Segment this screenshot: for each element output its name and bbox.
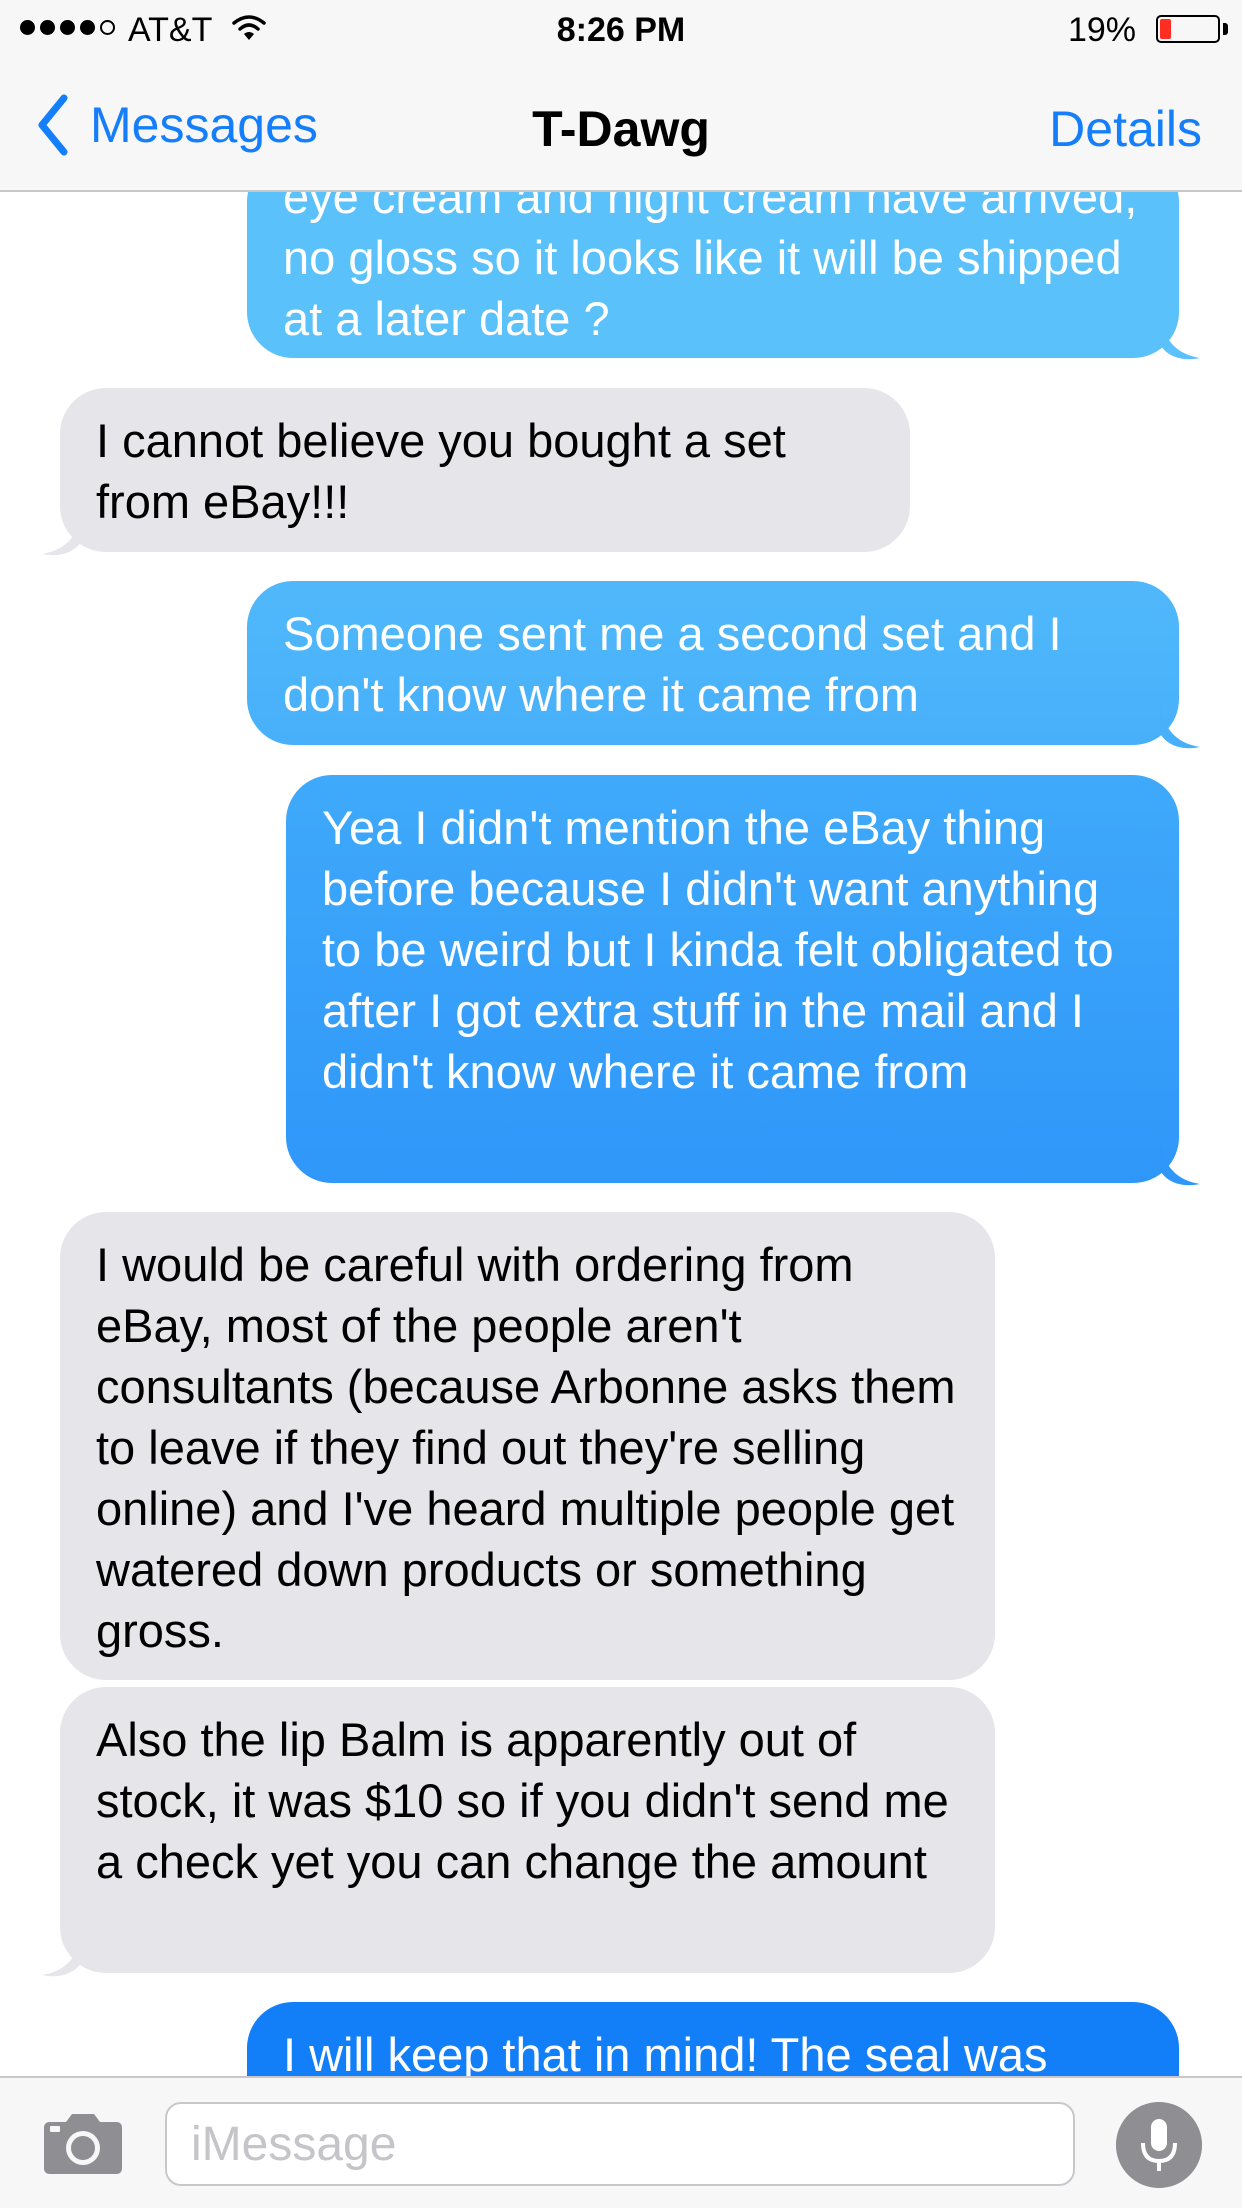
message-bubble-incoming[interactable]: I would be careful with ordering from eB… [60,1212,995,1680]
chevron-left-icon [38,94,68,156]
message-list[interactable]: eye cream and night cream have arrived, … [0,192,1242,2076]
message-input-bar [0,2076,1242,2208]
message-bubble-incoming[interactable]: Also the lip Balm is apparently out of s… [60,1687,995,1973]
message-bubble-outgoing[interactable]: Yea I didn't mention the eBay thing befo… [286,775,1179,1183]
bubble-tail [42,1933,82,1977]
microphone-icon[interactable] [1116,2102,1202,2188]
battery-level [1160,19,1171,39]
battery-tip [1223,23,1228,35]
back-button[interactable]: Messages [32,90,318,160]
message-bubble-outgoing[interactable]: Someone sent me a second set and I don't… [247,581,1179,745]
status-bar: AT&T 8:26 PM 19% [0,0,1242,60]
bubble-tail [42,512,82,556]
camera-icon[interactable] [40,2112,126,2176]
imessage-input[interactable] [165,2102,1075,2186]
bubble-tail [1160,316,1200,360]
details-button[interactable]: Details [1049,100,1202,158]
message-bubble-outgoing[interactable]: I will keep that in mind! The seal was [247,2002,1179,2076]
bubble-tail [1160,705,1200,749]
bubble-tail [1160,1142,1200,1186]
battery-percent: 19% [1067,11,1136,49]
battery-icon [1156,15,1220,43]
status-time: 8:26 PM [556,11,686,49]
message-bubble-outgoing[interactable]: eye cream and night cream have arrived, … [247,192,1179,358]
message-bubble-incoming[interactable]: I cannot believe you bought a set from e… [60,388,910,552]
back-label: Messages [90,97,318,153]
nav-bar: Messages T-Dawg Details [0,60,1242,192]
